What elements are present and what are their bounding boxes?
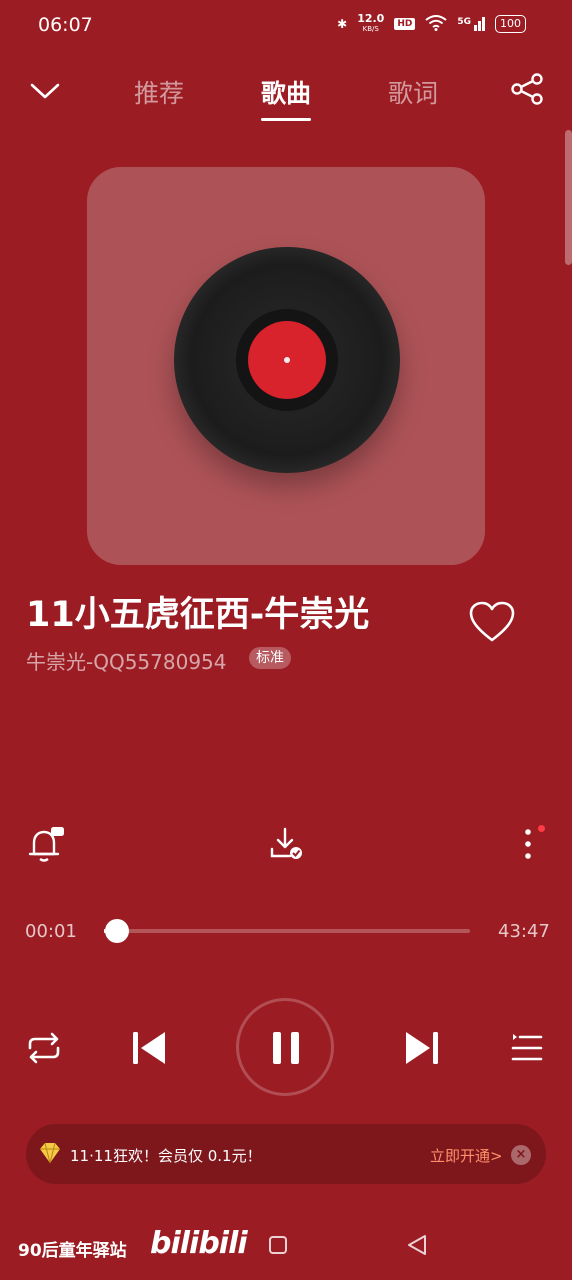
ringtone-button[interactable] (26, 826, 66, 864)
playlist-icon (511, 1034, 543, 1061)
share-icon (511, 73, 543, 105)
status-icons: ✱ 12.0 KB/S HD 5G 100 (337, 12, 526, 34)
progress-track[interactable] (104, 929, 470, 933)
song-artist[interactable]: 牛崇光-QQ55780954 (26, 646, 227, 675)
more-button[interactable] (518, 828, 538, 862)
next-icon (406, 1032, 438, 1064)
back-button[interactable] (406, 1234, 428, 1256)
heart-icon (469, 601, 515, 642)
vip-diamond-icon (38, 1142, 62, 1164)
back-icon (408, 1235, 426, 1255)
current-time: 00:01 (25, 921, 77, 942)
home-button[interactable] (268, 1235, 288, 1255)
bilibili-logo: bilibili (150, 1226, 248, 1261)
record-spindle (284, 357, 290, 363)
status-time: 06:07 (38, 14, 93, 36)
status-bar: 06:07 ✱ 12.0 KB/S HD 5G 100 (0, 0, 572, 50)
battery-indicator: 100 (495, 15, 526, 33)
notification-dot (538, 825, 545, 832)
bell-icon (28, 827, 64, 862)
playlist-button[interactable] (510, 1031, 544, 1065)
more-icon (525, 829, 531, 859)
channel-watermark: 90后童年驿站 (18, 1241, 127, 1261)
favorite-button[interactable] (468, 600, 516, 644)
total-time: 43:47 (498, 921, 550, 942)
download-icon (270, 827, 302, 859)
quality-badge[interactable]: 标准 (249, 647, 291, 669)
home-icon (269, 1236, 287, 1254)
signal-icon: 5G (457, 17, 485, 31)
vip-promo-text: 11·11狂欢！会员仅 0.1元！ (70, 1147, 262, 1165)
share-button[interactable] (510, 72, 544, 106)
scrollbar[interactable] (565, 130, 572, 265)
tab-lyrics[interactable]: 歌词 (388, 74, 438, 110)
tab-recommend[interactable]: 推荐 (134, 74, 184, 110)
bluetooth-icon: ✱ (337, 17, 348, 31)
previous-icon (133, 1032, 165, 1064)
chevron-down-icon (30, 83, 60, 99)
song-title: 11小五虎征西-牛崇光 (26, 595, 370, 635)
active-tab-indicator (261, 118, 311, 121)
wifi-icon (425, 14, 447, 34)
net-speed: 12.0 KB/S (357, 12, 385, 33)
next-button[interactable] (403, 1029, 441, 1067)
repeat-button[interactable] (26, 1031, 62, 1065)
previous-button[interactable] (130, 1029, 168, 1067)
progress-thumb[interactable] (105, 919, 130, 943)
repeat-icon (28, 1032, 60, 1064)
banner-close-button[interactable]: × (511, 1145, 531, 1165)
download-button[interactable] (269, 826, 305, 862)
hd-icon: HD (394, 18, 416, 30)
tab-song[interactable]: 歌曲 (261, 74, 311, 110)
vip-open-link[interactable]: 立即开通> (430, 1145, 503, 1166)
collapse-button[interactable] (28, 78, 62, 104)
pause-icon (270, 1030, 302, 1066)
